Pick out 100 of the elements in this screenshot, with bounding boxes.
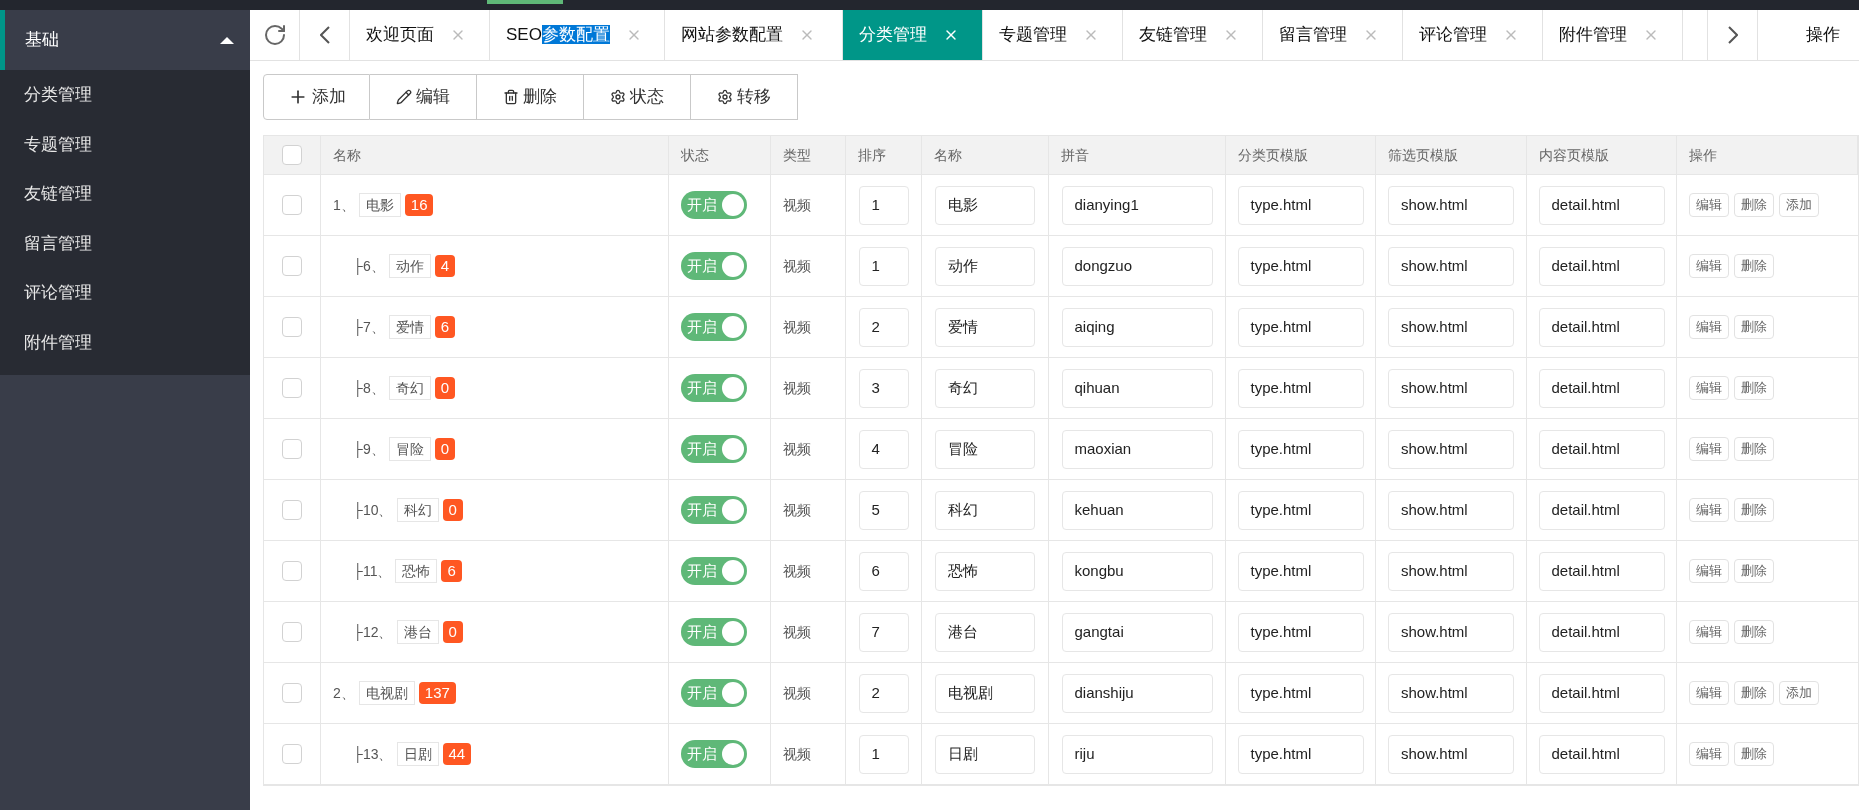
template-field[interactable]: type.html xyxy=(1237,307,1364,347)
row-action-button[interactable]: 编辑 xyxy=(1689,681,1729,705)
template-field[interactable]: detail.html xyxy=(1538,429,1665,469)
template-field[interactable]: detail.html xyxy=(1538,307,1665,347)
checkbox[interactable] xyxy=(282,622,302,642)
sort-field[interactable]: 2 xyxy=(858,307,909,347)
sort-field[interactable]: 5 xyxy=(858,490,909,530)
row-action-button[interactable]: 编辑 xyxy=(1689,437,1729,461)
name-field[interactable]: 电影 xyxy=(935,185,1035,225)
name-field[interactable]: 爱情 xyxy=(935,307,1035,347)
row-action-button[interactable]: 添加 xyxy=(1779,681,1819,705)
row-action-button[interactable]: 删除 xyxy=(1734,498,1774,522)
pinyin-field[interactable]: aiqing xyxy=(1061,307,1213,347)
template-field[interactable]: type.html xyxy=(1237,246,1364,286)
row-action-button[interactable]: 编辑 xyxy=(1689,498,1729,522)
checkbox[interactable] xyxy=(282,439,302,459)
checkbox[interactable] xyxy=(282,195,302,215)
template-field[interactable]: type.html xyxy=(1237,551,1364,591)
template-field[interactable]: show.html xyxy=(1388,490,1514,530)
row-action-button[interactable]: 编辑 xyxy=(1689,559,1729,583)
sort-field[interactable]: 6 xyxy=(858,551,909,591)
pinyin-field[interactable]: riju xyxy=(1061,734,1213,774)
sort-field[interactable]: 1 xyxy=(858,246,909,286)
row-action-button[interactable]: 删除 xyxy=(1734,315,1774,339)
sort-field[interactable]: 7 xyxy=(858,612,909,652)
checkbox[interactable] xyxy=(282,500,302,520)
template-field[interactable]: type.html xyxy=(1237,673,1364,713)
name-field[interactable]: 恐怖 xyxy=(935,551,1035,591)
row-action-button[interactable]: 删除 xyxy=(1734,193,1774,217)
sidebar-item[interactable]: 专题管理 xyxy=(0,119,250,169)
template-field[interactable]: detail.html xyxy=(1538,734,1665,774)
checkbox[interactable] xyxy=(282,683,302,703)
toolbar-button[interactable]: 删除 xyxy=(477,74,584,120)
sort-field[interactable]: 4 xyxy=(858,429,909,469)
pinyin-field[interactable]: kongbu xyxy=(1061,551,1213,591)
pinyin-field[interactable]: gangtai xyxy=(1061,612,1213,652)
template-field[interactable]: show.html xyxy=(1388,429,1514,469)
row-action-button[interactable]: 添加 xyxy=(1779,193,1819,217)
name-field[interactable]: 电视剧 xyxy=(935,673,1035,713)
toolbar-button[interactable]: 转移 xyxy=(691,74,798,120)
template-field[interactable]: detail.html xyxy=(1538,490,1665,530)
row-action-button[interactable]: 编辑 xyxy=(1689,315,1729,339)
template-field[interactable]: type.html xyxy=(1237,490,1364,530)
row-action-button[interactable]: 删除 xyxy=(1734,376,1774,400)
checkbox[interactable] xyxy=(282,256,302,276)
template-field[interactable]: show.html xyxy=(1388,551,1514,591)
tab[interactable]: 友链管理 xyxy=(1123,10,1263,60)
name-field[interactable]: 动作 xyxy=(935,246,1035,286)
row-action-button[interactable]: 编辑 xyxy=(1689,193,1729,217)
sort-field[interactable]: 1 xyxy=(858,185,909,225)
row-action-button[interactable]: 删除 xyxy=(1734,254,1774,278)
checkbox[interactable] xyxy=(282,145,302,165)
sidebar-item[interactable]: 友链管理 xyxy=(0,169,250,219)
checkbox[interactable] xyxy=(282,378,302,398)
template-field[interactable]: show.html xyxy=(1388,185,1514,225)
template-field[interactable]: show.html xyxy=(1388,246,1514,286)
tab-menu-button[interactable]: 操作 xyxy=(1758,10,1859,60)
row-action-button[interactable]: 编辑 xyxy=(1689,254,1729,278)
name-field[interactable]: 科幻 xyxy=(935,490,1035,530)
checkbox[interactable] xyxy=(282,317,302,337)
name-field[interactable]: 冒险 xyxy=(935,429,1035,469)
template-field[interactable]: show.html xyxy=(1388,612,1514,652)
row-action-button[interactable]: 删除 xyxy=(1734,437,1774,461)
pinyin-field[interactable]: dianying1 xyxy=(1061,185,1213,225)
checkbox[interactable] xyxy=(282,561,302,581)
template-field[interactable]: type.html xyxy=(1237,734,1364,774)
name-field[interactable]: 日剧 xyxy=(935,734,1035,774)
template-field[interactable]: type.html xyxy=(1237,368,1364,408)
tab[interactable]: 评论管理 xyxy=(1403,10,1543,60)
row-action-button[interactable]: 编辑 xyxy=(1689,620,1729,644)
template-field[interactable]: show.html xyxy=(1388,734,1514,774)
tab[interactable]: 专题管理 xyxy=(983,10,1123,60)
template-field[interactable]: detail.html xyxy=(1538,612,1665,652)
pinyin-field[interactable]: qihuan xyxy=(1061,368,1213,408)
row-action-button[interactable]: 编辑 xyxy=(1689,376,1729,400)
tab[interactable]: 留言管理 xyxy=(1263,10,1403,60)
toolbar-button[interactable]: 添加 xyxy=(263,74,370,120)
sort-field[interactable]: 1 xyxy=(858,734,909,774)
row-action-button[interactable]: 删除 xyxy=(1734,620,1774,644)
template-field[interactable]: show.html xyxy=(1388,368,1514,408)
template-field[interactable]: type.html xyxy=(1237,429,1364,469)
template-field[interactable]: detail.html xyxy=(1538,368,1665,408)
row-action-button[interactable]: 删除 xyxy=(1734,681,1774,705)
pinyin-field[interactable]: dongzuo xyxy=(1061,246,1213,286)
tab[interactable]: SEO参数配置 xyxy=(490,10,665,60)
tab[interactable]: 欢迎页面 xyxy=(350,10,490,60)
template-field[interactable]: detail.html xyxy=(1538,673,1665,713)
row-action-button[interactable]: 删除 xyxy=(1734,742,1774,766)
tab[interactable]: 分类管理 xyxy=(843,10,983,60)
toolbar-button[interactable]: 编辑 xyxy=(370,74,477,120)
sidebar-item[interactable]: 附件管理 xyxy=(0,317,250,367)
sort-field[interactable]: 3 xyxy=(858,368,909,408)
name-field[interactable]: 港台 xyxy=(935,612,1035,652)
sidebar-item[interactable]: 评论管理 xyxy=(0,268,250,318)
checkbox[interactable] xyxy=(282,744,302,764)
template-field[interactable]: type.html xyxy=(1237,185,1364,225)
template-field[interactable]: show.html xyxy=(1388,307,1514,347)
name-field[interactable]: 奇幻 xyxy=(935,368,1035,408)
toolbar-button[interactable]: 状态 xyxy=(584,74,691,120)
pinyin-field[interactable]: dianshiju xyxy=(1061,673,1213,713)
